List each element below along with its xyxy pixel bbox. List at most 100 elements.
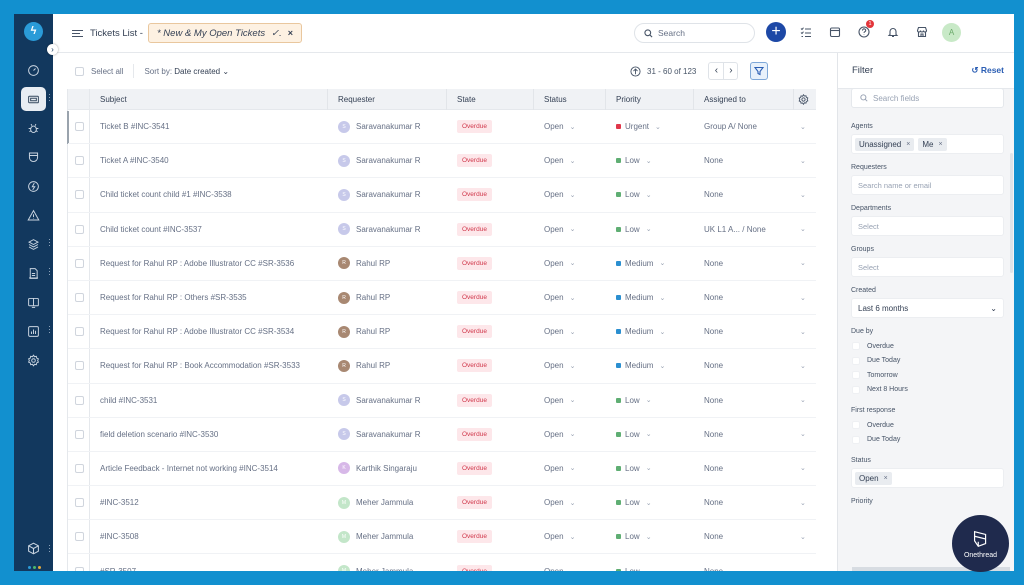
requester-name[interactable]: Saravanakumar R [356, 396, 420, 405]
assigned-to-chevron[interactable]: ⌄ [794, 418, 816, 451]
nav-item-assets-layers[interactable] [21, 232, 46, 256]
assigned-to-chevron[interactable]: ⌄ [794, 110, 816, 143]
assigned-to-dropdown[interactable]: None [694, 144, 794, 177]
priority-dropdown[interactable]: Medium ⌄ [606, 281, 694, 314]
assigned-to-chevron[interactable]: ⌄ [794, 486, 816, 519]
ticket-subject-link[interactable]: child #INC-3531 [100, 396, 157, 405]
table-row[interactable]: #INC-3508 M Meher Jammula Overdue Open ⌄ Low ⌄ N… [68, 520, 816, 555]
assigned-to-chevron[interactable]: ⌄ [794, 281, 816, 314]
requester-name[interactable]: Rahul RP [356, 259, 390, 268]
assigned-to-chevron[interactable]: ⌄ [794, 144, 816, 177]
subject-cell[interactable]: Ticket A #INC-3540 [90, 144, 328, 177]
due-by-option[interactable]: Tomorrow [851, 368, 1004, 383]
requester-name[interactable]: Meher Jammula [356, 498, 413, 507]
row-checkbox[interactable] [75, 532, 84, 542]
remove-chip-icon[interactable]: × [906, 141, 910, 148]
status-dropdown[interactable]: Open ⌄ [534, 144, 606, 177]
priority-dropdown[interactable]: Medium ⌄ [606, 315, 694, 348]
row-checkbox[interactable] [75, 327, 84, 337]
subject-cell[interactable]: Request for Rahul RP : Book Accommodatio… [90, 349, 328, 382]
requester-name[interactable]: Saravanakumar R [356, 156, 420, 165]
status-dropdown[interactable]: Open ⌄ [534, 315, 606, 348]
status-dropdown[interactable]: Open ⌄ [534, 520, 606, 553]
notifications-button[interactable] [884, 23, 902, 41]
app-logo[interactable]: ϟ [24, 22, 43, 41]
assigned-to-dropdown[interactable]: None [694, 349, 794, 382]
user-avatar[interactable]: A [942, 22, 961, 42]
assigned-to-dropdown[interactable]: None [694, 520, 794, 553]
nav-item-more-options[interactable]: · · · [48, 235, 51, 250]
nav-item-tickets[interactable] [21, 87, 46, 111]
priority-dropdown[interactable]: Low ⌄ [606, 144, 694, 177]
due-by-option[interactable]: Overdue [851, 339, 1004, 354]
nav-item-changes-shield[interactable] [21, 145, 46, 169]
due-by-option[interactable]: Next 8 Hours [851, 383, 1004, 398]
requester-name[interactable]: Saravanakumar R [356, 225, 420, 234]
created-select[interactable]: Last 6 months ⌄ [851, 298, 1004, 318]
subject-cell[interactable]: #INC-3508 [90, 520, 328, 553]
status-dropdown[interactable]: Open ⌄ [534, 452, 606, 485]
row-checkbox[interactable] [75, 224, 84, 234]
nav-item-more[interactable]: · · · [48, 541, 51, 556]
row-checkbox[interactable] [75, 429, 84, 439]
ticket-subject-link[interactable]: Child ticket count child #1 #INC-3538 [100, 190, 232, 199]
priority-dropdown[interactable]: Low ⌄ [606, 213, 694, 246]
subject-cell[interactable]: Request for Rahul RP : Adobe Illustrator… [90, 315, 328, 348]
column-header-state[interactable]: State [447, 88, 534, 110]
requester-name[interactable]: Karthik Singaraju [356, 464, 417, 473]
status-dropdown[interactable]: Open ⌄ [534, 247, 606, 280]
assigned-to-chevron[interactable]: ⌄ [794, 452, 816, 485]
requester-name[interactable]: Meher Jammula [356, 567, 413, 571]
status-dropdown[interactable]: Open ⌄ [534, 486, 606, 519]
row-checkbox[interactable] [75, 156, 84, 166]
status-dropdown[interactable]: Open ⌄ [534, 554, 606, 571]
remove-chip-icon[interactable]: × [938, 141, 942, 148]
assigned-to-chevron[interactable]: ⌄ [794, 554, 816, 571]
view-selector[interactable]: * New & My Open Tickets ✓. × [147, 23, 302, 43]
priority-dropdown[interactable]: Low ⌄ [606, 418, 694, 451]
nav-item-releases[interactable] [21, 174, 46, 198]
requester-name[interactable]: Rahul RP [356, 361, 390, 370]
requester-name[interactable]: Rahul RP [356, 327, 390, 336]
row-checkbox[interactable] [75, 395, 84, 405]
ticket-subject-link[interactable]: #SR-3507 [100, 567, 136, 571]
table-row[interactable]: #SR-3507 M Meher Jammula Overdue Open ⌄ Low ⌄ No… [68, 554, 816, 571]
table-row[interactable]: Request for Rahul RP : Adobe Illustrator… [68, 315, 816, 350]
assigned-to-dropdown[interactable]: None [694, 418, 794, 451]
due-by-option[interactable]: Due Today [851, 354, 1004, 369]
status-dropdown[interactable]: Open ⌄ [534, 349, 606, 382]
ticket-subject-link[interactable]: #INC-3512 [100, 498, 139, 507]
ticket-subject-link[interactable]: Ticket B #INC-3541 [100, 122, 170, 131]
subject-cell[interactable]: Article Feedback - Internet not working … [90, 452, 328, 485]
assigned-to-dropdown[interactable]: None [694, 281, 794, 314]
table-row[interactable]: Article Feedback - Internet not working … [68, 451, 816, 487]
table-row[interactable]: Child ticket count #INC-3537 S Saravanakum… [68, 212, 816, 247]
column-header-subject[interactable]: Subject [90, 88, 328, 110]
nav-item-more-options[interactable]: · · · [48, 322, 51, 337]
priority-dropdown[interactable]: Medium ⌄ [606, 247, 694, 280]
table-row[interactable]: Request for Rahul RP : Adobe Illustrator… [68, 246, 816, 281]
nav-item-solutions-book[interactable] [21, 290, 46, 314]
assigned-to-chevron[interactable]: ⌄ [794, 520, 816, 553]
status-dropdown[interactable]: Open ⌄ [534, 178, 606, 211]
assigned-to-dropdown[interactable]: None [694, 315, 794, 348]
requester-name[interactable]: Saravanakumar R [356, 190, 420, 199]
groups-select[interactable]: Select [851, 257, 1004, 277]
priority-dropdown[interactable]: Medium ⌄ [606, 349, 694, 382]
menu-icon[interactable] [72, 28, 83, 39]
table-row[interactable]: #INC-3512 M Meher Jammula Overdue Open ⌄ Low ⌄ N… [68, 486, 816, 521]
row-checkbox[interactable] [75, 293, 84, 303]
add-new-button[interactable]: + [766, 22, 786, 42]
subject-cell[interactable]: #INC-3512 [90, 486, 328, 519]
option-checkbox[interactable] [852, 371, 860, 380]
priority-dropdown[interactable]: Low ⌄ [606, 452, 694, 485]
option-checkbox[interactable] [852, 421, 860, 430]
help-button[interactable]: 1 [855, 20, 874, 41]
agents-field[interactable]: Unassigned × Me × [851, 134, 1004, 154]
close-view-icon[interactable]: × [288, 28, 293, 38]
assigned-to-dropdown[interactable]: None [694, 247, 794, 280]
ticket-subject-link[interactable]: Request for Rahul RP : Book Accommodatio… [100, 361, 300, 370]
row-checkbox[interactable] [75, 498, 84, 508]
nav-item-problems-bug[interactable] [21, 116, 46, 140]
ticket-subject-link[interactable]: Child ticket count #INC-3537 [100, 225, 202, 234]
